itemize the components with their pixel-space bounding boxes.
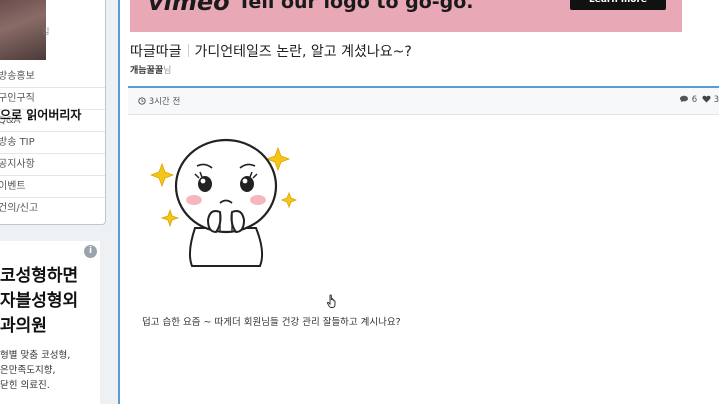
- heart-icon: [702, 95, 711, 103]
- post-panel: vimeo Tell our logo to go-go. Learn more…: [118, 0, 719, 404]
- sparkle-icon: [150, 162, 175, 188]
- ad-desc-1: 형별 맞춤 코성형,: [0, 350, 71, 361]
- hand-cursor-icon: [326, 294, 336, 308]
- post-time-text: 3시간 전: [148, 97, 181, 107]
- side-menu: 김 방송홍보 구인구직 Q&A 방송 TIP 공지사항 이벤트 건의/신고 으로…: [0, 0, 106, 225]
- thumbnail-label: 김: [42, 27, 50, 36]
- menu-item-report[interactable]: 건의/신고: [0, 198, 105, 220]
- post-title-row: 따글따글 가디언테일즈 논란, 알고 계셨나요~?: [130, 41, 412, 61]
- menu-item-promo[interactable]: 방송홍보: [0, 66, 105, 88]
- clock-icon: [138, 97, 146, 105]
- ad-banner[interactable]: i 코성형하면 자블성형외 과의원 형별 맞춤 코성형, 은만족도지향, 닫힌 …: [0, 241, 100, 404]
- post-body: 덥고 습한 요즘 ~ 따게더 회원님들 건강 관리 잘들하고 계시나요?: [142, 317, 401, 328]
- banner-headline: Tell our logo to go-go.: [238, 0, 474, 13]
- post-stats: 6 3: [679, 95, 719, 105]
- character-sticker-image: [150, 138, 298, 267]
- menu-item-label: 이벤트: [0, 181, 26, 192]
- ad-desc-3: 닫힌 의료진.: [0, 380, 50, 391]
- info-icon[interactable]: i: [84, 245, 97, 258]
- menu-item-label: 방송 TIP: [0, 137, 35, 148]
- post-time: 3시간 전: [138, 95, 180, 107]
- video-caption-overlay: 으로 읽어버리자: [0, 108, 82, 122]
- post-author[interactable]: 개늠꿀꿀님: [130, 63, 171, 76]
- post-category[interactable]: 따글따글: [130, 44, 182, 60]
- vimeo-ad-banner[interactable]: vimeo Tell our logo to go-go. Learn more: [130, 0, 682, 32]
- ad-headline-3: 과의원: [0, 316, 47, 336]
- menu-item-event[interactable]: 이벤트: [0, 176, 105, 198]
- menu-item-label: 공지사항: [0, 159, 35, 170]
- menu-item-label: 구인구직: [0, 93, 35, 104]
- menu-item-notice[interactable]: 공지사항: [0, 154, 105, 176]
- like-count: 3: [713, 95, 719, 105]
- video-thumbnail[interactable]: [0, 0, 46, 60]
- ad-desc-2: 은만족도지향,: [0, 365, 56, 376]
- post-meta-bar: 3시간 전 6 3: [128, 88, 719, 115]
- comment-count: 6: [691, 95, 698, 105]
- ad-headline-1: 코성형하면: [0, 266, 79, 286]
- learn-more-button[interactable]: Learn more: [570, 0, 666, 10]
- author-suffix: 님: [163, 66, 172, 76]
- post-title: 가디언테일즈 논란, 알고 계셨나요~?: [194, 44, 412, 60]
- vimeo-logo: vimeo: [148, 0, 230, 16]
- menu-item-tips[interactable]: 방송 TIP: [0, 132, 105, 154]
- menu-item-label: 방송홍보: [0, 71, 35, 82]
- sparkle-icon: [160, 208, 180, 228]
- left-sidebar: 김 방송홍보 구인구직 Q&A 방송 TIP 공지사항 이벤트 건의/신고 으로…: [0, 0, 118, 404]
- sparkle-icon: [280, 191, 298, 209]
- title-divider: [187, 44, 189, 57]
- menu-item-label: 건의/신고: [0, 203, 39, 214]
- ad-headline-2: 자블성형외: [0, 291, 79, 311]
- author-name[interactable]: 개늠꿀꿀: [130, 66, 163, 76]
- comment-icon: [680, 95, 689, 103]
